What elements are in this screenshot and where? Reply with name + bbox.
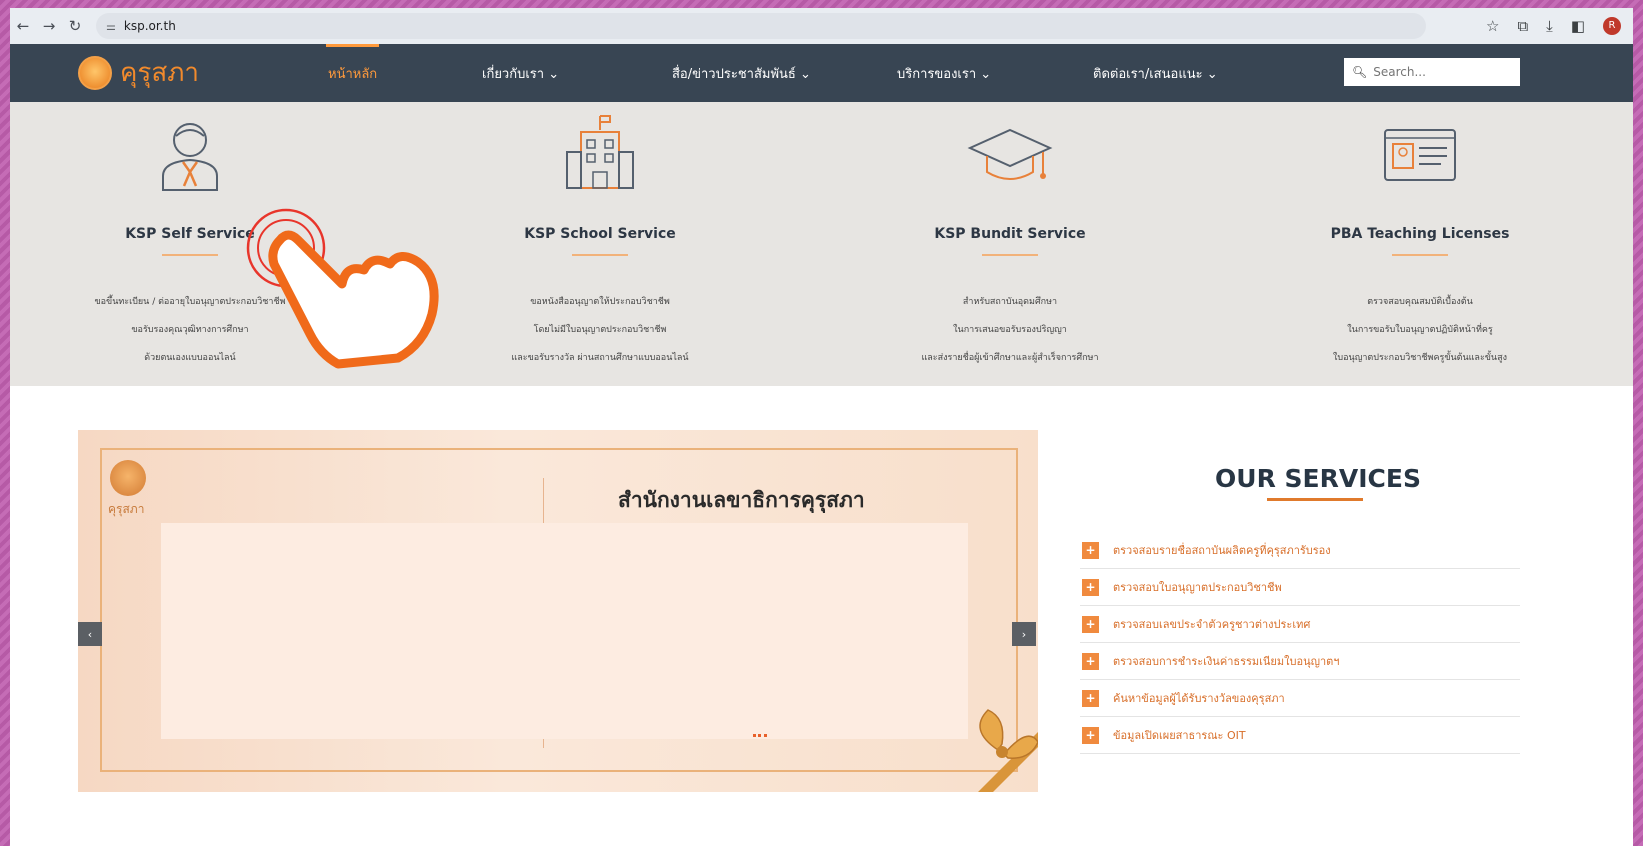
list-item[interactable]: + ตรวจสอบเลขประจำตัวครูชาวต่างประเทศ: [1080, 606, 1520, 643]
banner-logo-text: คุรุสภา: [108, 502, 145, 516]
bookmark-star-icon[interactable]: ☆: [1486, 17, 1499, 35]
service-title: KSP Bundit Service: [934, 226, 1086, 242]
address-bar[interactable]: ⚌ ksp.or.th: [96, 13, 1426, 39]
service-title: PBA Teaching Licenses: [1330, 226, 1510, 242]
address-url: ksp.or.th: [123, 19, 176, 33]
service-divider: [982, 254, 1038, 256]
pointing-hand-icon: [246, 208, 439, 369]
plus-icon: +: [1082, 652, 1099, 670]
person-icon: [162, 123, 218, 191]
service-divider: [162, 254, 218, 256]
browser-actions: ☆ ⧉ ⤓ ◧ R: [1486, 8, 1621, 44]
nav-home[interactable]: หน้าหลัก: [325, 44, 380, 102]
nav-about[interactable]: เกี่ยวกับเรา ⌄: [482, 44, 559, 102]
our-services-underline: [1267, 498, 1363, 501]
plus-icon: +: [1082, 726, 1099, 744]
plus-icon: +: [1082, 541, 1099, 559]
banner-title: สำนักงานเลขาธิการคุรุสภา: [618, 487, 865, 512]
service-divider: [572, 254, 628, 256]
banner-content-area: [161, 523, 968, 739]
back-icon[interactable]: ←: [10, 17, 36, 35]
site-logo[interactable]: คุรุสภา: [78, 52, 199, 93]
service-ksp-bundit[interactable]: KSP Bundit Service สำหรับสถาบันอุดมศึกษา…: [830, 102, 1190, 372]
list-item[interactable]: + ตรวจสอบรายชื่อสถาบันผลิตครูที่คุรุสภาร…: [1080, 532, 1520, 569]
reload-icon[interactable]: ↻: [62, 17, 88, 35]
forward-icon[interactable]: →: [36, 17, 62, 35]
school-icon: [566, 115, 634, 189]
service-divider: [1392, 254, 1448, 256]
carousel-next-button[interactable]: ›: [1012, 622, 1036, 646]
our-services-title: OUR SERVICES: [1215, 464, 1421, 493]
ribbon-bow-icon: [978, 709, 1038, 792]
site-info-icon[interactable]: ⚌: [106, 20, 116, 33]
list-item[interactable]: + ตรวจสอบใบอนุญาตประกอบวิชาชีพ: [1080, 569, 1520, 606]
logo-emblem-icon: [78, 55, 112, 90]
plus-icon: +: [1082, 578, 1099, 596]
plus-icon: +: [1082, 615, 1099, 633]
banner-dots: [753, 734, 767, 737]
browser-window: ← → ↻ ⚌ ksp.or.th ☆ ⧉ ⤓ ◧ R คุรุสภา หน้า…: [10, 8, 1633, 846]
nav-contact[interactable]: ติดต่อเรา/เสนอแนะ ⌄: [1093, 44, 1218, 102]
service-description: สำหรับสถาบันอุดมศึกษา ในการเสนอขอรับรองป…: [921, 297, 1099, 363]
graduation-cap-icon: [967, 128, 1053, 180]
our-services-list: + ตรวจสอบรายชื่อสถาบันผลิตครูที่คุรุสภาร…: [1080, 532, 1520, 754]
license-card-icon: [1384, 129, 1456, 181]
hero-carousel[interactable]: คุรุสภา สำนักงานเลขาธิการคุรุสภา: [78, 430, 1038, 792]
search-input[interactable]: [1373, 65, 1514, 79]
site-header: คุรุสภา หน้าหลัก เกี่ยวกับเรา ⌄ สื่อ/ข่า…: [10, 44, 1633, 102]
extensions-icon[interactable]: ⧉: [1517, 17, 1528, 35]
banner-logo-icon: [110, 460, 146, 496]
carousel-prev-button[interactable]: ‹: [78, 622, 102, 646]
search-box[interactable]: 🔍︎: [1344, 58, 1520, 86]
browser-toolbar: ← → ↻ ⚌ ksp.or.th ☆ ⧉ ⤓ ◧ R: [10, 8, 1633, 44]
logo-text: คุรุสภา: [120, 58, 199, 88]
profile-avatar[interactable]: R: [1603, 17, 1621, 35]
download-icon[interactable]: ⤓: [1546, 17, 1553, 35]
service-description: ตรวจสอบคุณสมบัติเบื้องต้น ในการขอรับใบอน…: [1333, 297, 1507, 363]
list-item[interactable]: + ค้นหาข้อมูลผู้ได้รับรางวัลของคุรุสภา: [1080, 680, 1520, 717]
service-pba-licenses[interactable]: PBA Teaching Licenses ตรวจสอบคุณสมบัติเบ…: [1240, 102, 1600, 372]
search-icon: 🔍︎: [1352, 65, 1368, 79]
list-item[interactable]: + ข้อมูลเปิดเผยสาธารณะ OIT: [1080, 717, 1520, 754]
nav-news[interactable]: สื่อ/ข่าวประชาสัมพันธ์ ⌄: [672, 44, 811, 102]
plus-icon: +: [1082, 689, 1099, 707]
list-item[interactable]: + ตรวจสอบการชำระเงินค่าธรรมเนียมใบอนุญาต…: [1080, 643, 1520, 680]
sidepanel-icon[interactable]: ◧: [1571, 17, 1585, 35]
nav-services[interactable]: บริการของเรา ⌄: [897, 44, 991, 102]
